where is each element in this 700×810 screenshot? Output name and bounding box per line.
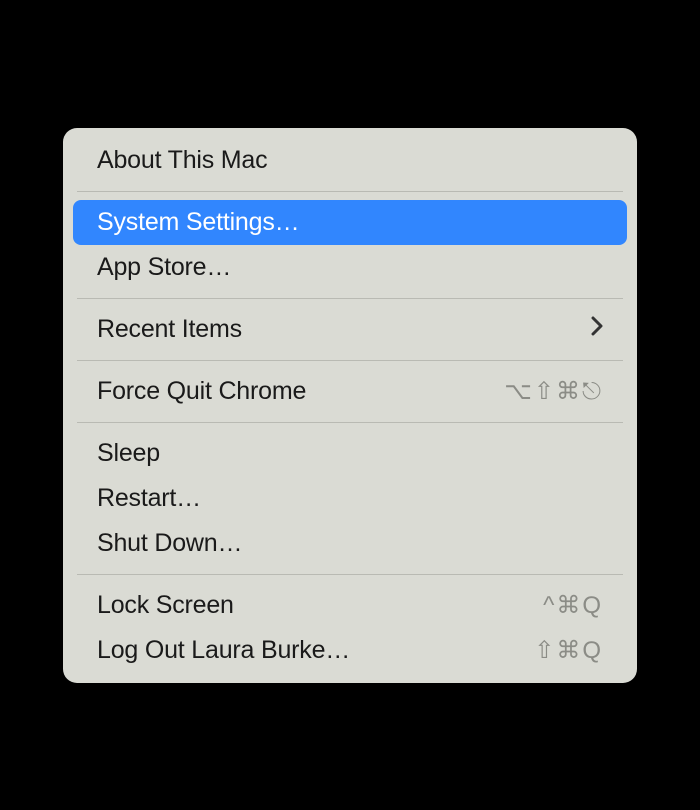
menu-item-shut-down[interactable]: Shut Down… (73, 521, 627, 566)
menu-item-system-settings[interactable]: System Settings… (73, 200, 627, 245)
menu-item-label: Sleep (97, 439, 160, 468)
menu-item-log-out[interactable]: Log Out Laura Burke… ⇧⌘Q (73, 628, 627, 673)
menu-item-sleep[interactable]: Sleep (73, 431, 627, 476)
menu-item-recent-items[interactable]: Recent Items (73, 307, 627, 352)
menu-item-restart[interactable]: Restart… (73, 476, 627, 521)
keyboard-shortcut: ⌥⇧⌘⎋ (504, 377, 603, 406)
menu-item-lock-screen[interactable]: Lock Screen ^⌘Q (73, 583, 627, 628)
menu-item-force-quit[interactable]: Force Quit Chrome ⌥⇧⌘⎋ (73, 369, 627, 414)
keyboard-shortcut: ^⌘Q (543, 591, 603, 620)
menu-item-label: Shut Down… (97, 529, 242, 558)
chevron-right-icon (591, 315, 603, 343)
menu-item-label: App Store… (97, 253, 231, 282)
menu-separator (77, 298, 623, 299)
menu-item-label: Lock Screen (97, 591, 234, 620)
menu-item-label: Restart… (97, 484, 201, 513)
menu-item-label: About This Mac (97, 146, 267, 175)
menu-item-label: Force Quit Chrome (97, 377, 306, 406)
menu-separator (77, 360, 623, 361)
menu-item-app-store[interactable]: App Store… (73, 245, 627, 290)
menu-separator (77, 422, 623, 423)
keyboard-shortcut: ⇧⌘Q (534, 636, 603, 665)
menu-item-label: Recent Items (97, 315, 242, 344)
menu-separator (77, 574, 623, 575)
menu-separator (77, 191, 623, 192)
apple-menu: About This Mac System Settings… App Stor… (63, 128, 637, 683)
menu-item-label: Log Out Laura Burke… (97, 636, 350, 665)
menu-item-label: System Settings… (97, 208, 299, 237)
menu-item-about-this-mac[interactable]: About This Mac (73, 138, 627, 183)
